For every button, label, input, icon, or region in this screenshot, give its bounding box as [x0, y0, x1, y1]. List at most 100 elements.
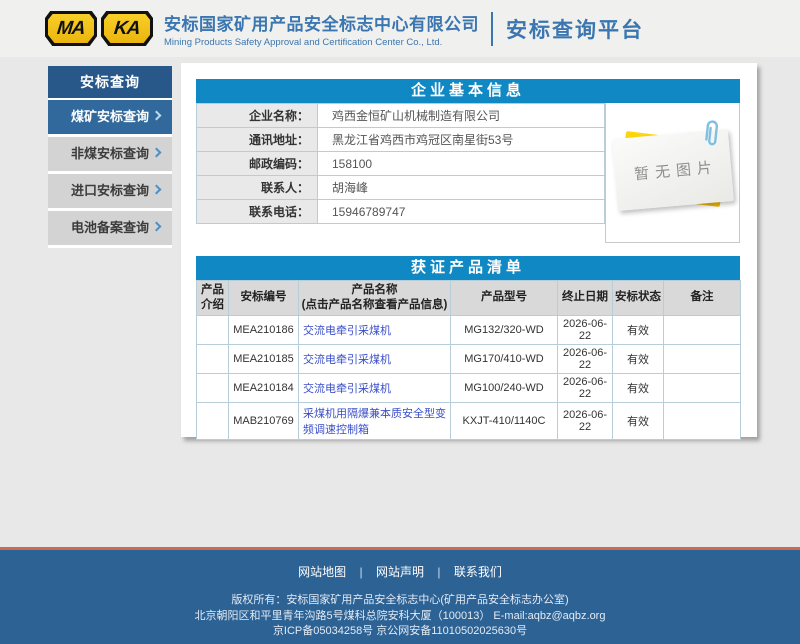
- field-value-contact: 胡海峰: [318, 176, 605, 200]
- table-header-row: 产品介绍 安标编号 产品名称 (点击产品名称查看产品信息) 产品型号 终止日期 …: [197, 281, 741, 316]
- cell-intro: [197, 315, 229, 344]
- content-panel: 企业基本信息 企业名称： 鸡西金恒矿山机械制造有限公司 通讯地址： 黑龙江省鸡西…: [181, 63, 757, 437]
- col-header-intro: 产品介绍: [197, 281, 229, 316]
- table-row: 通讯地址： 黑龙江省鸡西市鸡冠区南星街53号: [197, 128, 605, 152]
- cell-remark: [664, 315, 741, 344]
- cell-intro: [197, 402, 229, 439]
- field-value-address: 黑龙江省鸡西市鸡冠区南星街53号: [318, 128, 605, 152]
- org-titles: 安标国家矿用产品安全标志中心有限公司 Mining Products Safet…: [164, 10, 479, 48]
- paperclip-icon: [699, 118, 722, 150]
- sidebar-menu: 安标查询 煤矿安标查询 非煤安标查询 进口安标查询 电池备案查询: [48, 66, 172, 248]
- footer-link-separator: |: [437, 565, 440, 579]
- sidebar-item-import-query[interactable]: 进口安标查询: [48, 174, 172, 208]
- chevron-right-icon: [152, 148, 162, 158]
- cell-code: MEA210184: [229, 373, 299, 402]
- col-header-model: 产品型号: [451, 281, 558, 316]
- field-value-postcode: 158100: [318, 152, 605, 176]
- sidebar-header: 安标查询: [48, 66, 172, 98]
- page-footer: 网站地图 | 网站声明 | 联系我们 版权所有：安标国家矿用产品安全标志中心(矿…: [0, 550, 800, 644]
- field-label-postcode: 邮政编码：: [197, 152, 318, 176]
- cell-end-date: 2026-06-22: [558, 315, 613, 344]
- cell-end-date: 2026-06-22: [558, 373, 613, 402]
- no-image-text: 暂无图片: [627, 156, 719, 185]
- sidebar-item-battery-query[interactable]: 电池备案查询: [48, 211, 172, 245]
- cell-code: MEA210186: [229, 315, 299, 344]
- product-table: 产品介绍 安标编号 产品名称 (点击产品名称查看产品信息) 产品型号 终止日期 …: [196, 280, 741, 440]
- cell-intro: [197, 373, 229, 402]
- footer-links: 网站地图 | 网站声明 | 联系我们: [0, 550, 800, 580]
- col-header-end-date: 终止日期: [558, 281, 613, 316]
- cell-model: KXJT-410/1140C: [451, 402, 558, 439]
- maka-logo: MA KA: [45, 11, 153, 46]
- cell-status: 有效: [613, 344, 664, 373]
- chevron-right-icon: [152, 185, 162, 195]
- top-header: MA KA 安标国家矿用产品安全标志中心有限公司 Mining Products…: [0, 0, 800, 57]
- product-name-link[interactable]: 采煤机用隔爆兼本质安全型变频调速控制箱: [303, 408, 446, 436]
- platform-title: 安标查询平台: [506, 14, 644, 44]
- chevron-right-icon: [152, 111, 162, 121]
- cell-model: MG170/410-WD: [451, 344, 558, 373]
- logo-ka-badge-icon: KA: [101, 11, 153, 46]
- cell-end-date: 2026-06-22: [558, 402, 613, 439]
- cell-model: MG132/320-WD: [451, 315, 558, 344]
- field-label-phone: 联系电话：: [197, 200, 318, 224]
- table-row: MAB210769 采煤机用隔爆兼本质安全型变频调速控制箱 KXJT-410/1…: [197, 402, 741, 439]
- col-header-name: 产品名称 (点击产品名称查看产品信息): [299, 281, 451, 316]
- sidebar-item-label: 电池备案查询: [71, 220, 149, 235]
- cell-remark: [664, 402, 741, 439]
- cell-end-date: 2026-06-22: [558, 344, 613, 373]
- cell-name: 交流电牵引采煤机: [299, 373, 451, 402]
- company-photo-placeholder: 暂无图片: [605, 103, 740, 243]
- table-row: MEA210186 交流电牵引采煤机 MG132/320-WD 2026-06-…: [197, 315, 741, 344]
- field-value-phone: 15946789747: [318, 200, 605, 224]
- footer-link-sitemap[interactable]: 网站地图: [298, 565, 346, 579]
- col-header-name-line2: (点击产品名称查看产品信息): [301, 298, 448, 313]
- footer-copyright-block: 版权所有：安标国家矿用产品安全标志中心(矿用产品安全标志办公室) 北京朝阳区和平…: [0, 593, 800, 640]
- logo-ka-text: KA: [113, 18, 141, 40]
- table-row: MEA210185 交流电牵引采煤机 MG170/410-WD 2026-06-…: [197, 344, 741, 373]
- enterprise-section-title: 企业基本信息: [196, 79, 740, 103]
- table-row: 邮政编码： 158100: [197, 152, 605, 176]
- col-header-code: 安标编号: [229, 281, 299, 316]
- field-label-company-name: 企业名称：: [197, 104, 318, 128]
- product-name-link[interactable]: 交流电牵引采煤机: [303, 354, 391, 366]
- col-header-name-line1: 产品名称: [301, 283, 448, 298]
- product-section-title: 获证产品清单: [196, 256, 740, 280]
- footer-icp-line: 京ICP备05034258号 京公网安备11010502025630号: [0, 624, 800, 640]
- org-title-en: Mining Products Safety Approval and Cert…: [164, 37, 479, 48]
- logo-ma-badge-icon: MA: [45, 11, 97, 46]
- cell-name: 采煤机用隔爆兼本质安全型变频调速控制箱: [299, 402, 451, 439]
- cell-status: 有效: [613, 402, 664, 439]
- table-row: MEA210184 交流电牵引采煤机 MG100/240-WD 2026-06-…: [197, 373, 741, 402]
- sidebar-item-noncoal-query[interactable]: 非煤安标查询: [48, 137, 172, 171]
- cell-intro: [197, 344, 229, 373]
- col-header-status: 安标状态: [613, 281, 664, 316]
- table-row: 联系电话： 15946789747: [197, 200, 605, 224]
- field-label-contact: 联系人：: [197, 176, 318, 200]
- product-name-link[interactable]: 交流电牵引采煤机: [303, 383, 391, 395]
- sidebar-item-coal-query[interactable]: 煤矿安标查询: [48, 100, 172, 134]
- product-list-section: 获证产品清单 产品介绍 安标编号 产品名称 (点击产品名称查看产品信息) 产品型…: [196, 256, 740, 440]
- cell-name: 交流电牵引采煤机: [299, 315, 451, 344]
- sidebar-item-label: 进口安标查询: [71, 183, 149, 198]
- enterprise-info-section: 企业基本信息 企业名称： 鸡西金恒矿山机械制造有限公司 通讯地址： 黑龙江省鸡西…: [196, 79, 740, 243]
- sidebar-item-label: 非煤安标查询: [71, 146, 149, 161]
- col-header-remark: 备注: [664, 281, 741, 316]
- title-divider: [491, 12, 493, 46]
- product-name-link[interactable]: 交流电牵引采煤机: [303, 325, 391, 337]
- footer-copyright-line: 版权所有：安标国家矿用产品安全标志中心(矿用产品安全标志办公室): [0, 593, 800, 609]
- enterprise-info-table: 企业名称： 鸡西金恒矿山机械制造有限公司 通讯地址： 黑龙江省鸡西市鸡冠区南星街…: [196, 103, 605, 224]
- org-title-cn: 安标国家矿用产品安全标志中心有限公司: [164, 10, 479, 35]
- cell-remark: [664, 373, 741, 402]
- chevron-right-icon: [152, 222, 162, 232]
- cell-status: 有效: [613, 315, 664, 344]
- cell-remark: [664, 344, 741, 373]
- logo-ma-text: MA: [56, 18, 86, 40]
- table-row: 企业名称： 鸡西金恒矿山机械制造有限公司: [197, 104, 605, 128]
- footer-link-contact[interactable]: 联系我们: [454, 565, 502, 579]
- sidebar-item-label: 煤矿安标查询: [71, 109, 149, 124]
- footer-link-statement[interactable]: 网站声明: [376, 565, 424, 579]
- cell-code: MEA210185: [229, 344, 299, 373]
- footer-address-line: 北京朝阳区和平里青年沟路5号煤科总院安科大厦（100013） E-mail:aq…: [0, 609, 800, 625]
- field-value-company-name: 鸡西金恒矿山机械制造有限公司: [318, 104, 605, 128]
